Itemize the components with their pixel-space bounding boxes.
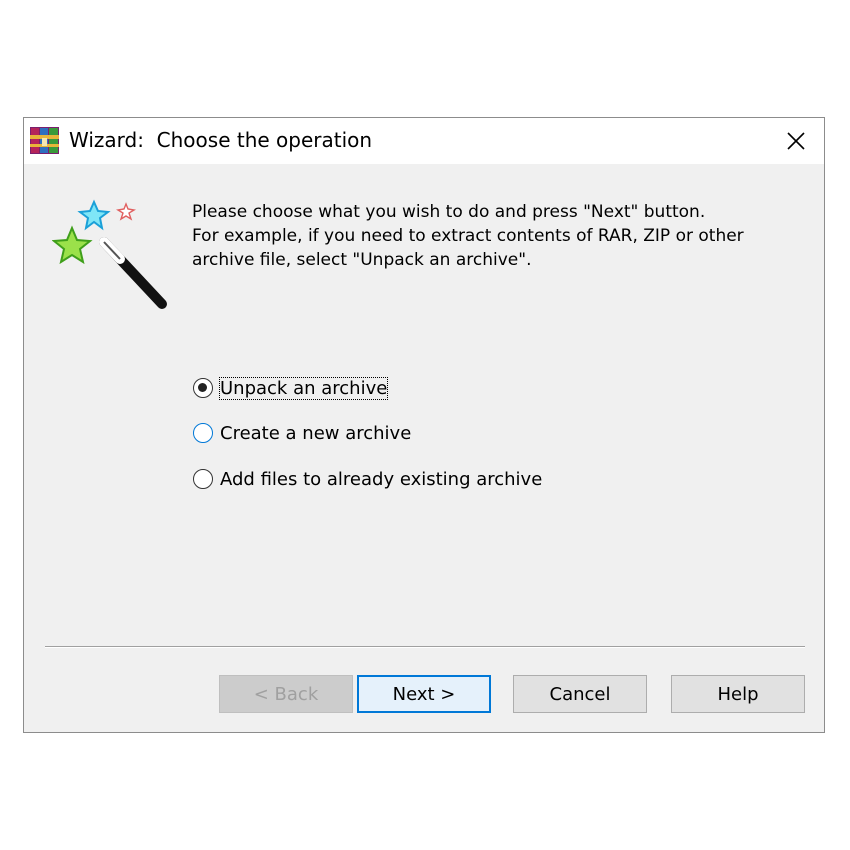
next-button[interactable]: Next > <box>357 675 491 713</box>
option-label: Create a new archive <box>220 422 412 444</box>
window-title: Wizard: Choose the operation <box>69 128 373 152</box>
wizard-dialog: Wizard: Choose the operation Please choo… <box>23 117 825 733</box>
close-icon <box>787 132 805 150</box>
intro-line: For example, if you need to extract cont… <box>192 226 744 246</box>
option-add-files[interactable]: Add files to already existing archive <box>193 465 542 493</box>
option-create-archive[interactable]: Create a new archive <box>193 419 411 447</box>
help-button[interactable]: Help <box>671 675 805 713</box>
intro-line: Please choose what you wish to do and pr… <box>192 202 706 222</box>
option-label: Add files to already existing archive <box>220 468 543 490</box>
cancel-button[interactable]: Cancel <box>513 675 647 713</box>
radio-create-archive[interactable] <box>193 423 213 443</box>
option-label: Unpack an archive <box>218 376 389 400</box>
title-bar: Wizard: Choose the operation <box>24 118 824 164</box>
radio-unpack-archive[interactable] <box>193 378 213 398</box>
radio-add-files[interactable] <box>193 469 213 489</box>
intro-text: Please choose what you wish to do and pr… <box>192 200 792 272</box>
intro-line: archive file, select "Unpack an archive"… <box>192 250 532 270</box>
divider <box>45 646 805 648</box>
close-button[interactable] <box>768 118 824 164</box>
winrar-books-icon <box>30 127 59 154</box>
back-button[interactable]: < Back <box>219 675 353 713</box>
option-unpack-archive[interactable]: Unpack an archive <box>193 374 389 402</box>
magic-wand-stars-icon <box>52 199 167 309</box>
